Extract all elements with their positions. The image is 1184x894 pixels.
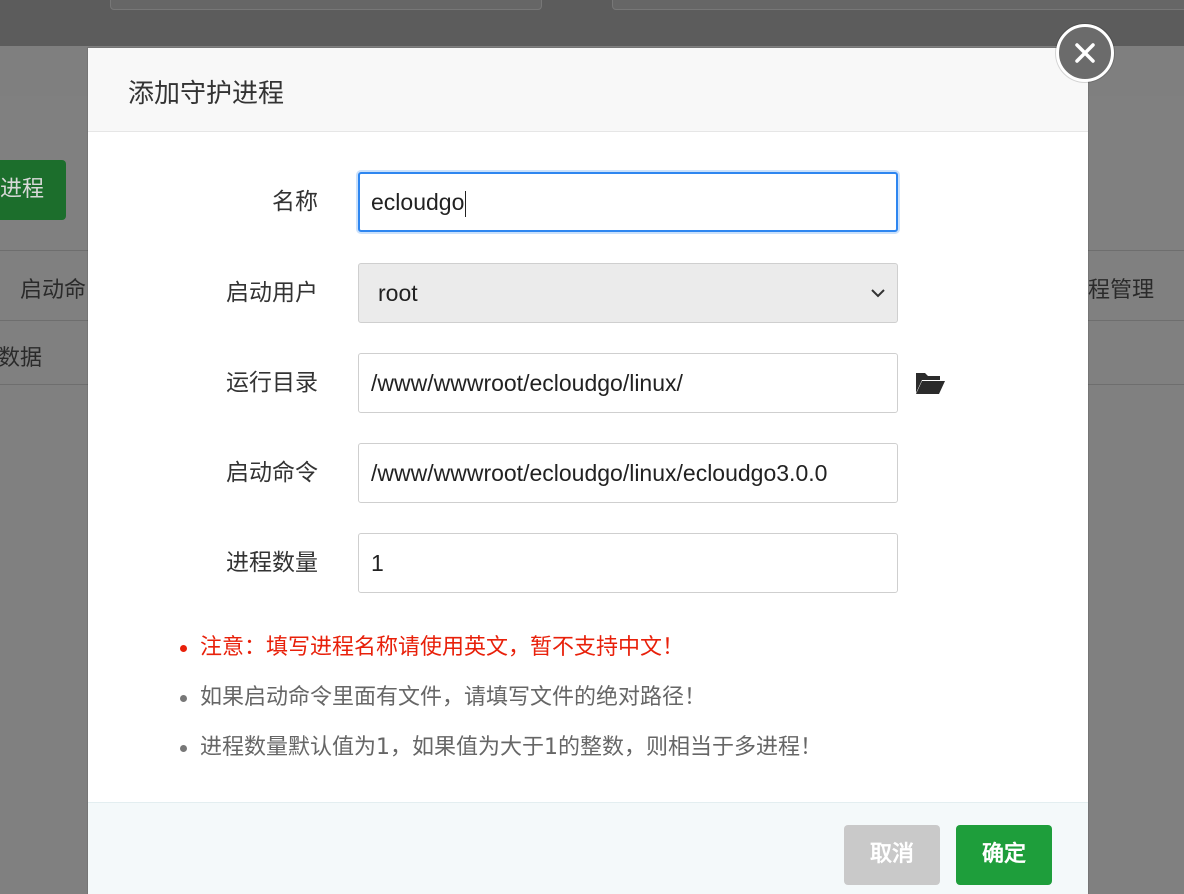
dialog-title: 添加守护进程 <box>128 79 285 109</box>
cancel-button[interactable]: 取消 <box>844 825 940 885</box>
name-input-value: ecloudgo <box>371 189 465 215</box>
process-count-input-value: 1 <box>371 550 384 576</box>
run-dir-row: 运行目录 /www/wwwroot/ecloudgo/linux/ <box>88 353 1088 413</box>
name-input[interactable]: ecloudgo <box>358 172 898 232</box>
background-empty-text: 数据 <box>0 346 43 371</box>
start-cmd-input[interactable]: /www/wwwroot/ecloudgo/linux/ecloudgo3.0.… <box>358 443 898 503</box>
background-add-process-button: 进程 <box>0 160 66 220</box>
chevron-down-icon <box>871 289 885 298</box>
add-daemon-dialog: 添加守护进程 名称 ecloudgo 启动用户 root 运行目录 /www/w… <box>88 48 1088 894</box>
start-cmd-row: 启动命令 /www/wwwroot/ecloudgo/linux/ecloudg… <box>88 443 1088 503</box>
close-button[interactable] <box>1056 24 1114 82</box>
confirm-button[interactable]: 确定 <box>956 825 1052 885</box>
note-item: 进程数量默认值为1，如果值为大于1的整数，则相当于多进程！ <box>178 728 1038 778</box>
process-count-label: 进程数量 <box>226 550 318 576</box>
background-topbar <box>0 0 1184 46</box>
help-notes: 注意：填写进程名称请使用英文，暂不支持中文！ 如果启动命令里面有文件，请填写文件… <box>178 628 1038 778</box>
note-item-warning: 注意：填写进程名称请使用英文，暂不支持中文！ <box>178 628 1038 678</box>
process-count-input[interactable]: 1 <box>358 533 898 593</box>
run-dir-input-value: /www/wwwroot/ecloudgo/linux/ <box>371 370 683 396</box>
background-tab <box>612 0 1184 10</box>
start-cmd-input-value: /www/wwwroot/ecloudgo/linux/ecloudgo3.0.… <box>371 460 828 486</box>
name-row: 名称 ecloudgo <box>88 172 1088 232</box>
note-item: 如果启动命令里面有文件，请填写文件的绝对路径！ <box>178 678 1038 728</box>
folder-open-icon[interactable] <box>914 369 946 397</box>
dialog-footer: 取消 确定 <box>88 802 1088 894</box>
process-count-row: 进程数量 1 <box>88 533 1088 593</box>
name-label: 名称 <box>272 189 318 215</box>
user-select[interactable]: root <box>358 263 898 323</box>
text-caret <box>465 190 467 217</box>
start-cmd-label: 启动命令 <box>226 460 318 486</box>
user-select-value: root <box>378 280 418 306</box>
user-label: 启动用户 <box>226 280 318 306</box>
run-dir-input[interactable]: /www/wwwroot/ecloudgo/linux/ <box>358 353 898 413</box>
background-tab <box>110 0 542 10</box>
user-row: 启动用户 root <box>88 263 1088 323</box>
background-table-header-right: 程管理 <box>1088 278 1155 303</box>
close-icon <box>1075 43 1095 63</box>
dialog-header: 添加守护进程 <box>88 48 1088 132</box>
run-dir-label: 运行目录 <box>226 370 318 396</box>
background-table-header-left: 启动命 <box>20 278 87 303</box>
